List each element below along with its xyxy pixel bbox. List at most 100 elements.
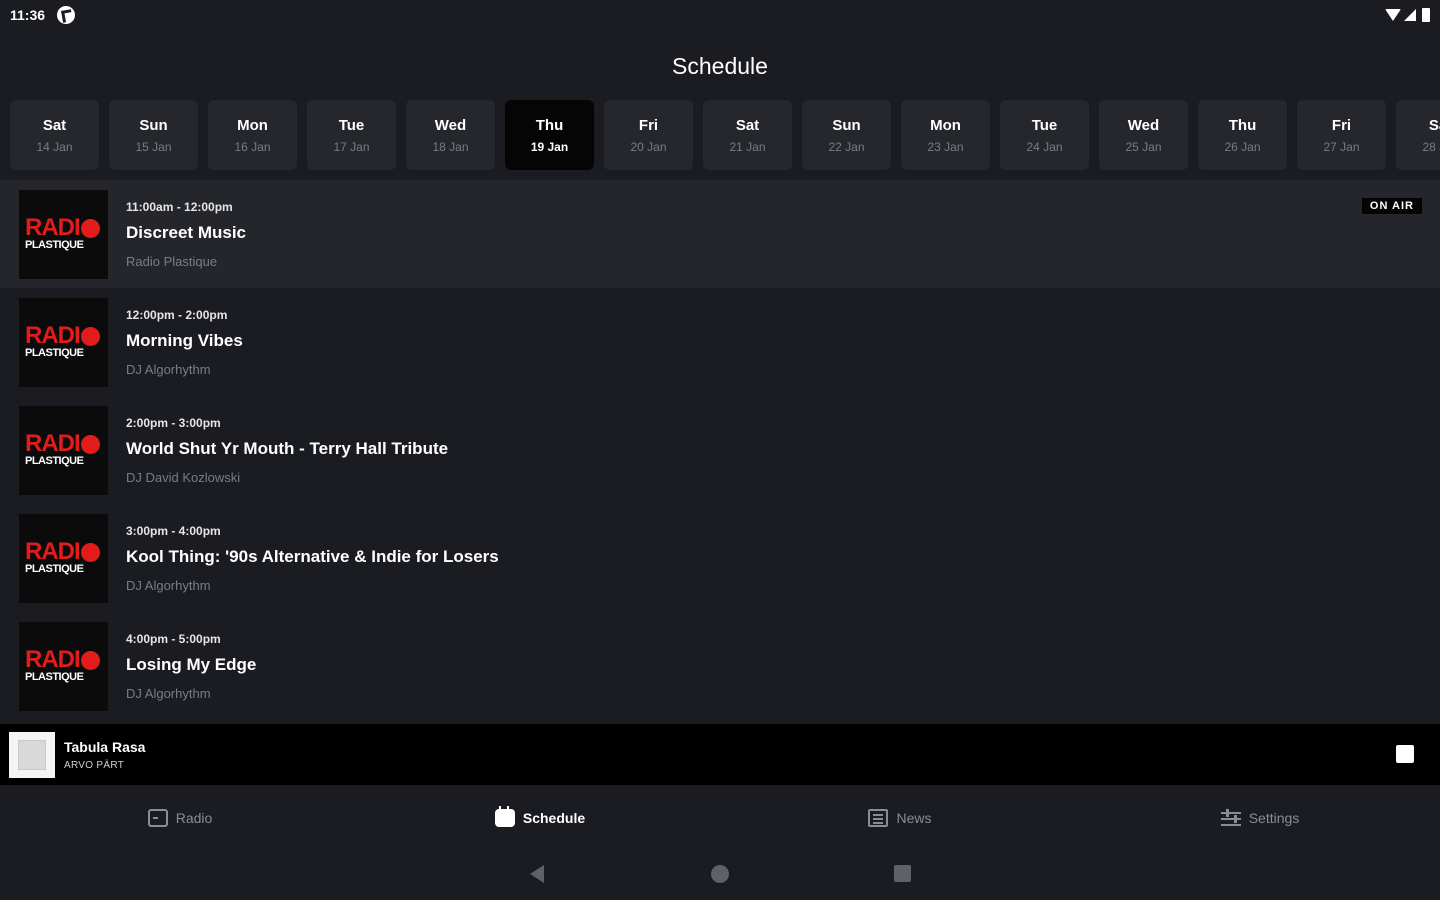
day-tab[interactable]: Sun 15 Jan bbox=[109, 100, 198, 170]
show-info: 3:00pm - 4:00pm Kool Thing: '90s Alterna… bbox=[126, 524, 499, 593]
day-date: 18 Jan bbox=[432, 139, 469, 154]
day-name: Thu bbox=[535, 116, 564, 134]
radio-plastique-logo: RADI PLASTIQUE bbox=[19, 405, 108, 495]
day-tab[interactable]: Tue 24 Jan bbox=[1000, 100, 1089, 170]
radio-plastique-logo: RADI PLASTIQUE bbox=[19, 513, 108, 603]
show-info: 11:00am - 12:00pm Discreet Music Radio P… bbox=[126, 200, 246, 269]
day-tab[interactable]: Sat 21 Jan bbox=[703, 100, 792, 170]
show-title: Losing My Edge bbox=[126, 654, 257, 674]
show-row[interactable]: RADI PLASTIQUE 2:00pm - 3:00pm World Shu… bbox=[0, 396, 1440, 504]
nav-radio[interactable]: Radio bbox=[0, 785, 360, 850]
day-tab[interactable]: Sat 14 Jan bbox=[10, 100, 99, 170]
show-row[interactable]: RADI PLASTIQUE 12:00pm - 2:00pm Morning … bbox=[0, 288, 1440, 396]
day-name: Sun bbox=[139, 116, 168, 134]
day-tab[interactable]: Mon 23 Jan bbox=[901, 100, 990, 170]
album-art-placeholder bbox=[18, 739, 46, 770]
settings-icon bbox=[1220, 808, 1241, 827]
show-title: World Shut Yr Mouth - Terry Hall Tribute bbox=[126, 438, 449, 458]
schedule-list[interactable]: RADI PLASTIQUE 11:00am - 12:00pm Discree… bbox=[0, 180, 1440, 720]
show-host: DJ Algorhythm bbox=[126, 361, 211, 377]
logo-circle bbox=[80, 218, 100, 238]
day-date: 21 Jan bbox=[729, 139, 766, 154]
track-title: Tabula Rasa bbox=[64, 738, 146, 755]
calendar-icon bbox=[494, 805, 515, 827]
on-air-badge: ON AIR bbox=[1361, 198, 1422, 214]
nav-news[interactable]: News bbox=[720, 785, 1080, 850]
nav-settings[interactable]: Settings bbox=[1080, 785, 1440, 850]
logo-circle bbox=[80, 326, 100, 346]
day-name: Tue bbox=[338, 116, 365, 134]
day-name: Mon bbox=[930, 116, 961, 134]
show-row[interactable]: RADI PLASTIQUE 11:00am - 12:00pm Discree… bbox=[0, 180, 1440, 288]
status-bar: 11:36 bbox=[0, 0, 1440, 30]
day-tab[interactable]: Fri 20 Jan bbox=[604, 100, 693, 170]
day-name: Wed bbox=[1127, 116, 1160, 134]
status-time: 11:36 bbox=[10, 7, 46, 23]
day-name: Fri bbox=[638, 116, 659, 134]
logo-word: RADI bbox=[25, 646, 81, 673]
day-tab[interactable]: Thu 26 Jan bbox=[1198, 100, 1287, 170]
home-icon[interactable] bbox=[711, 865, 729, 883]
stop-button[interactable] bbox=[1396, 745, 1414, 763]
show-time: 4:00pm - 5:00pm bbox=[126, 631, 221, 646]
day-tab[interactable]: Sat 28 Jan bbox=[1396, 100, 1440, 170]
day-date: 23 Jan bbox=[927, 139, 964, 154]
day-name: Sun bbox=[832, 116, 861, 134]
mini-player[interactable]: Tabula Rasa ARVO PÄRT bbox=[0, 724, 1440, 785]
logo-subtitle: PLASTIQUE bbox=[25, 347, 84, 359]
day-tab[interactable]: Mon 16 Jan bbox=[208, 100, 297, 170]
show-title: Discreet Music bbox=[126, 222, 246, 242]
logo-subtitle: PLASTIQUE bbox=[25, 563, 84, 575]
day-date: 17 Jan bbox=[333, 139, 370, 154]
bottom-nav: Radio Schedule News Settings bbox=[0, 785, 1440, 850]
show-title: Morning Vibes bbox=[126, 330, 243, 350]
show-host: Radio Plastique bbox=[126, 253, 218, 269]
show-host: DJ Algorhythm bbox=[126, 577, 211, 593]
show-time: 11:00am - 12:00pm bbox=[126, 199, 233, 214]
show-info: 4:00pm - 5:00pm Losing My Edge DJ Algorh… bbox=[126, 632, 256, 701]
status-right bbox=[1385, 8, 1430, 22]
back-icon[interactable] bbox=[530, 865, 544, 883]
show-row[interactable]: RADI PLASTIQUE 4:00pm - 5:00pm Losing My… bbox=[0, 612, 1440, 720]
day-name: Wed bbox=[434, 116, 467, 134]
nav-label: Schedule bbox=[522, 809, 586, 826]
day-name: Sat bbox=[1428, 116, 1440, 134]
recents-icon[interactable] bbox=[894, 865, 911, 882]
day-tab-selected[interactable]: Thu 19 Jan bbox=[505, 100, 594, 170]
show-time: 12:00pm - 2:00pm bbox=[126, 307, 228, 322]
battery-icon bbox=[1422, 8, 1430, 22]
nav-label: Radio bbox=[175, 809, 213, 826]
logo-word: RADI bbox=[25, 214, 81, 241]
show-row[interactable]: RADI PLASTIQUE 3:00pm - 4:00pm Kool Thin… bbox=[0, 504, 1440, 612]
day-date: 25 Jan bbox=[1125, 139, 1162, 154]
day-tab[interactable]: Sun 22 Jan bbox=[802, 100, 891, 170]
day-name: Fri bbox=[1331, 116, 1352, 134]
day-name: Sat bbox=[42, 116, 67, 134]
day-name: Mon bbox=[237, 116, 268, 134]
date-strip[interactable]: Sat 14 Jan Sun 15 Jan Mon 16 Jan Tue 17 Jan … bbox=[10, 100, 1440, 170]
show-title: Kool Thing: '90s Alternative & Indie for… bbox=[126, 546, 499, 566]
track-artist: ARVO PÄRT bbox=[64, 759, 125, 771]
day-name: Thu bbox=[1228, 116, 1257, 134]
nav-schedule[interactable]: Schedule bbox=[360, 785, 720, 850]
radio-plastique-logo: RADI PLASTIQUE bbox=[19, 621, 108, 711]
day-tab[interactable]: Wed 18 Jan bbox=[406, 100, 495, 170]
logo-word: RADI bbox=[25, 322, 81, 349]
logo-circle bbox=[80, 434, 100, 454]
day-date: 22 Jan bbox=[828, 139, 865, 154]
system-nav-bar bbox=[0, 850, 1440, 900]
day-tab[interactable]: Wed 25 Jan bbox=[1099, 100, 1188, 170]
logo-word: RADI bbox=[25, 538, 81, 565]
day-name: Sat bbox=[735, 116, 760, 134]
radio-plastique-logo: RADI PLASTIQUE bbox=[19, 189, 108, 279]
day-date: 16 Jan bbox=[234, 139, 271, 154]
logo-subtitle: PLASTIQUE bbox=[25, 239, 84, 251]
day-date: 15 Jan bbox=[135, 139, 172, 154]
page-title: Schedule bbox=[672, 53, 768, 79]
day-name: Tue bbox=[1031, 116, 1058, 134]
day-tab[interactable]: Fri 27 Jan bbox=[1297, 100, 1386, 170]
nav-label: Settings bbox=[1248, 809, 1300, 826]
radio-icon bbox=[147, 808, 168, 827]
logo-subtitle: PLASTIQUE bbox=[25, 671, 84, 683]
day-tab[interactable]: Tue 17 Jan bbox=[307, 100, 396, 170]
